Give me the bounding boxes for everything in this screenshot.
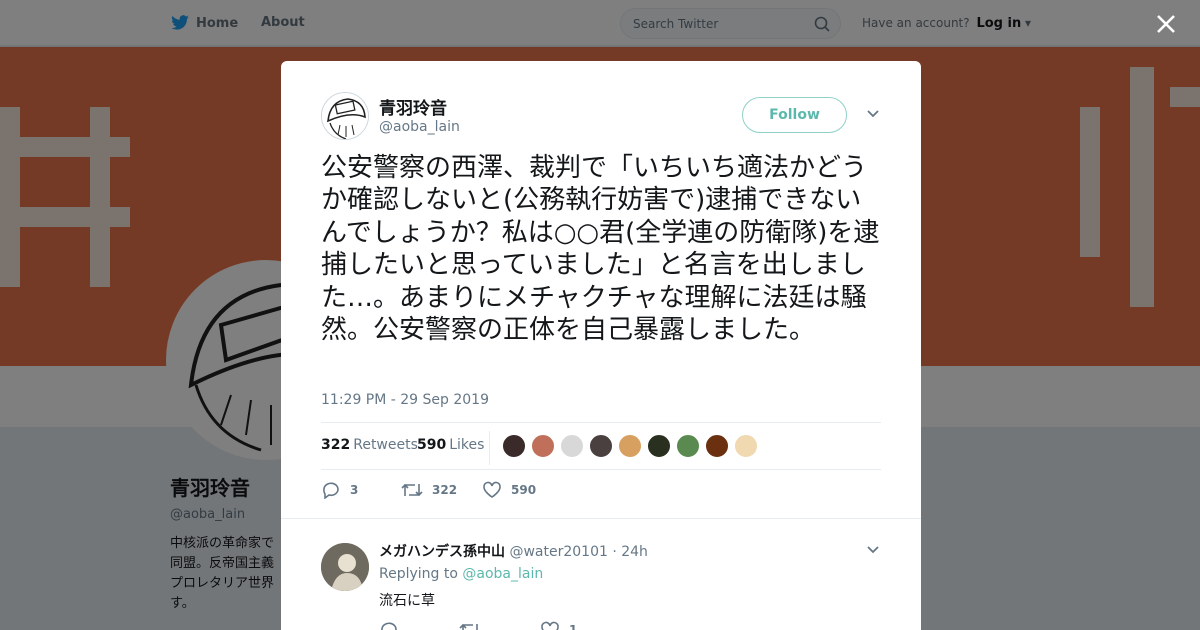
replying-to: Replying to @aoba_lain — [379, 566, 543, 582]
tweet-timestamp[interactable]: 11:29 PM - 29 Sep 2019 — [321, 392, 489, 408]
retweets-stat[interactable]: 322 Retweets — [321, 437, 418, 453]
reply-text: 流石に草 — [379, 593, 435, 609]
author-handle[interactable]: @aoba_lain — [379, 119, 460, 135]
reply-divider — [281, 518, 921, 519]
follow-button[interactable]: Follow — [742, 97, 847, 133]
like-action[interactable]: 590 — [482, 481, 536, 499]
reply-avatar[interactable] — [321, 543, 369, 591]
retweet-icon — [401, 483, 423, 497]
reply-time[interactable]: · 24h — [612, 544, 648, 560]
liker-avatar[interactable] — [560, 434, 584, 458]
likes-count: 590 — [417, 437, 447, 453]
replying-to-handle[interactable]: @aoba_lain — [462, 566, 543, 582]
retweet-count: 322 — [432, 483, 458, 497]
retweet-icon — [459, 623, 478, 630]
tweet-modal: 青羽玲音 @aoba_lain Follow 公安警察の西澤、裁判で「いちいち適… — [281, 61, 921, 630]
close-icon[interactable] — [1153, 11, 1179, 37]
retweets-count: 322 — [321, 437, 351, 453]
liker-avatar[interactable] — [502, 434, 526, 458]
likes-label: Likes — [449, 437, 485, 453]
liker-avatar[interactable] — [531, 434, 555, 458]
stats-divider — [489, 431, 490, 465]
like-count: 590 — [511, 483, 537, 497]
reply-author-name[interactable]: メガハンデス孫中山 — [379, 544, 505, 560]
reply-count: 3 — [350, 483, 359, 497]
liker-avatar[interactable] — [734, 434, 758, 458]
tweet-stats: 322 Retweets 590 Likes — [321, 422, 881, 470]
author-avatar-image — [322, 93, 368, 139]
reply-avatar-image — [321, 543, 369, 591]
reply-icon — [381, 622, 397, 630]
liker-avatar[interactable] — [618, 434, 642, 458]
reply-icon — [323, 482, 339, 499]
reply-author-handle[interactable]: @water20101 — [509, 544, 607, 560]
liker-avatar[interactable] — [676, 434, 700, 458]
liker-avatar[interactable] — [705, 434, 729, 458]
chevron-down-icon[interactable] — [866, 545, 880, 555]
retweets-label: Retweets — [353, 437, 418, 453]
tweet-text: 公安警察の西澤、裁判で「いちいち適法かどうか確認しないと(公務執行妨害で)逮捕で… — [321, 153, 880, 346]
liker-avatars — [502, 434, 758, 458]
reply-retweet-action[interactable] — [459, 621, 481, 630]
author-name[interactable]: 青羽玲音 — [379, 94, 447, 119]
reply-like-count: 1 — [569, 623, 578, 630]
reply-like-action[interactable]: 1 — [540, 621, 577, 630]
author-avatar[interactable] — [321, 92, 369, 140]
reply-header: メガハンデス孫中山 @water20101 · 24h — [379, 541, 648, 561]
reply-reply-action[interactable] — [379, 621, 399, 630]
reply-action[interactable]: 3 — [321, 481, 358, 499]
liker-avatar[interactable] — [647, 434, 671, 458]
likes-stat[interactable]: 590 Likes — [417, 437, 484, 453]
replying-to-prefix: Replying to — [379, 566, 458, 582]
heart-icon — [483, 481, 501, 498]
chevron-down-icon[interactable] — [866, 109, 880, 119]
heart-icon — [541, 621, 559, 630]
retweet-action[interactable]: 322 — [401, 481, 457, 499]
liker-avatar[interactable] — [589, 434, 613, 458]
